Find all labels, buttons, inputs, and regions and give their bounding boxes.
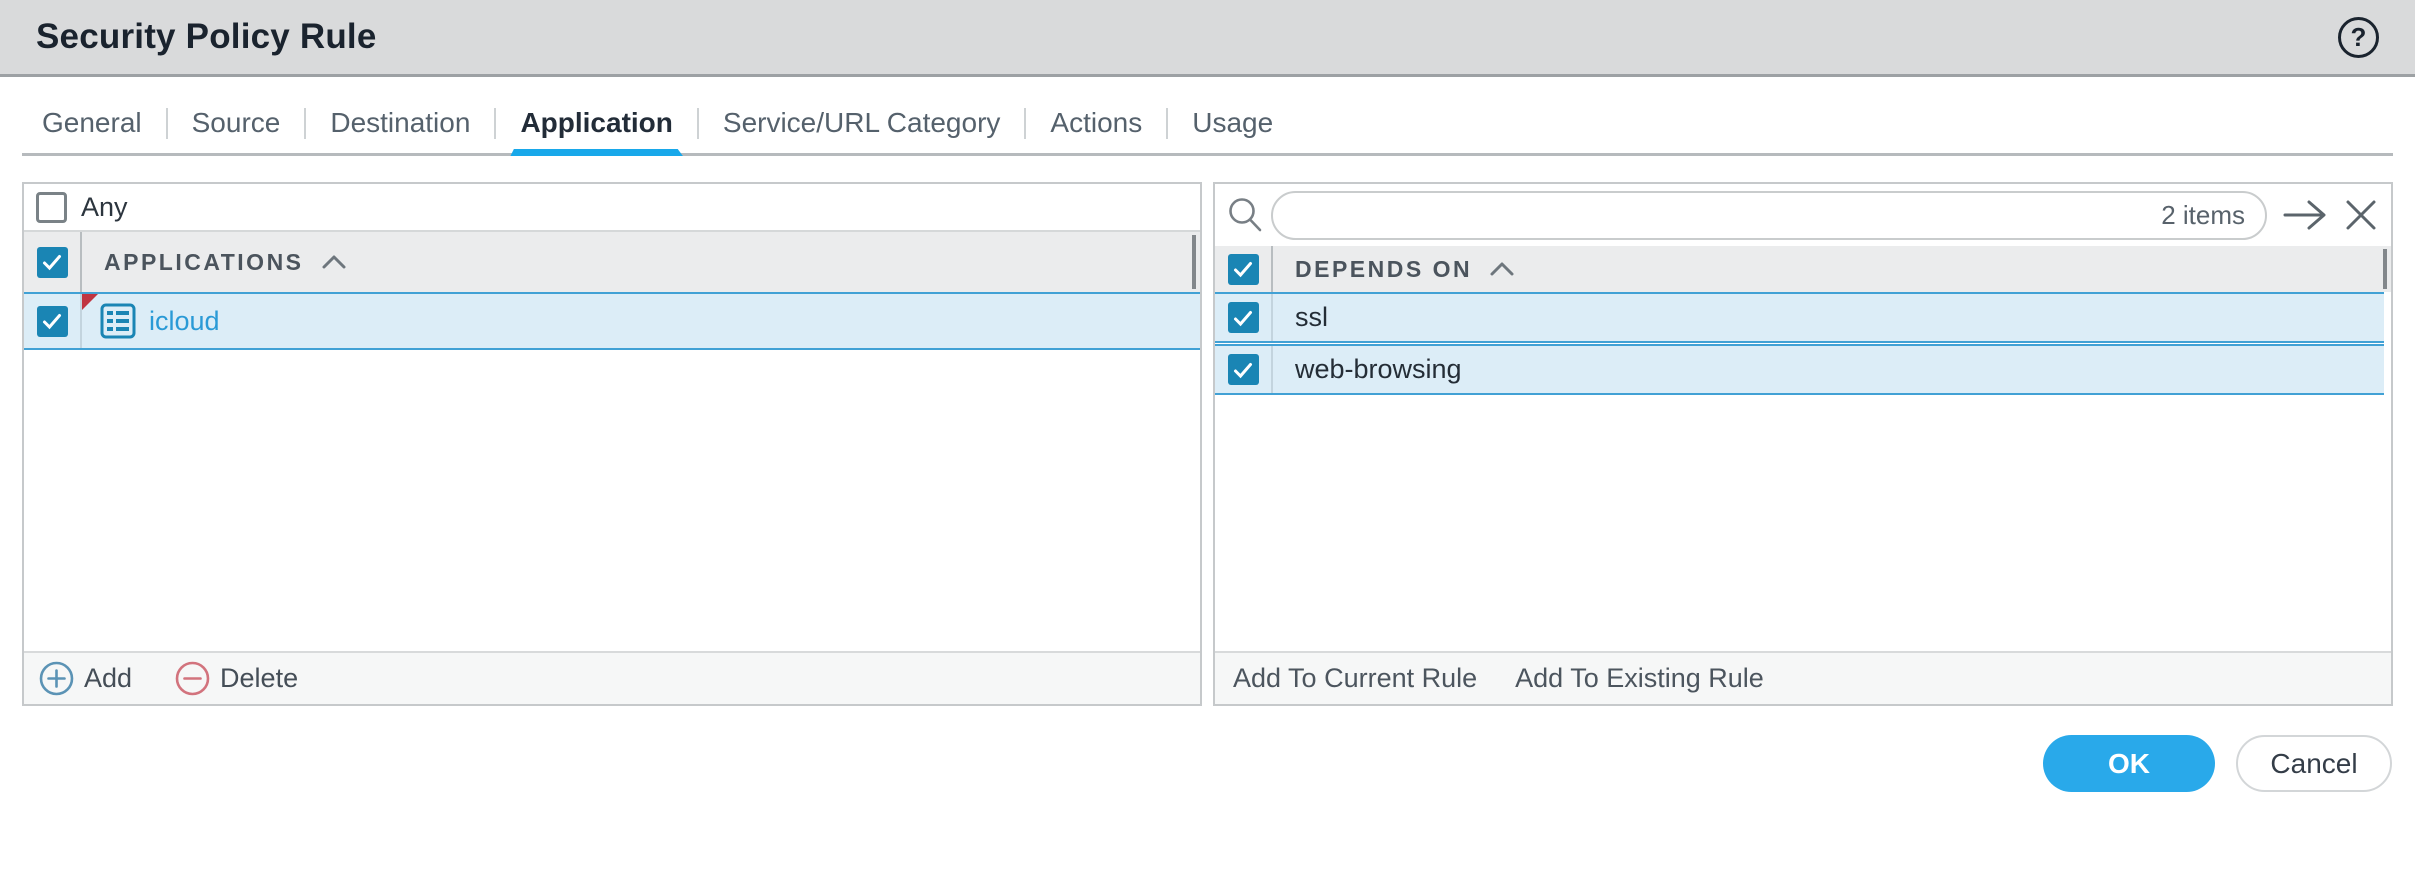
help-button[interactable]: ?: [2338, 17, 2379, 58]
tab-actions[interactable]: Actions: [1050, 107, 1142, 139]
tab-source[interactable]: Source: [192, 107, 281, 139]
check-icon: [1231, 306, 1255, 330]
check-icon: [1231, 358, 1255, 382]
delete-button[interactable]: Delete: [174, 660, 298, 697]
any-row: Any: [24, 184, 1200, 232]
depends-on-header-row: DEPENDS ON: [1215, 246, 2391, 292]
tab-separator: [697, 108, 699, 139]
check-icon: [40, 250, 64, 274]
tab-service-url-category[interactable]: Service/URL Category: [723, 107, 1001, 139]
tab-destination[interactable]: Destination: [330, 107, 470, 139]
application-row-icloud[interactable]: icloud: [24, 292, 1200, 350]
row-checkbox[interactable]: [37, 306, 68, 337]
add-button-label: Add: [84, 663, 132, 694]
applications-list: icloud: [24, 292, 1200, 651]
depends-name: ssl: [1295, 302, 1328, 333]
sort-ascending-icon[interactable]: [320, 253, 348, 271]
add-to-existing-rule-button[interactable]: Add To Existing Rule: [1515, 663, 1764, 694]
delete-button-label: Delete: [220, 663, 298, 694]
dialog-actions: OK Cancel: [0, 735, 2392, 792]
depends-on-list: ssl web-browsing: [1215, 292, 2391, 651]
select-all-depends-checkbox[interactable]: [1228, 254, 1259, 285]
search-row: 2 items: [1215, 184, 2391, 246]
ok-button[interactable]: OK: [2043, 735, 2215, 792]
application-tab-content: Any APPLICATIONS: [22, 182, 2393, 706]
row-checkbox[interactable]: [1228, 302, 1259, 333]
depends-on-panel: 2 items DEPENDS ON: [1213, 182, 2393, 706]
add-button[interactable]: Add: [38, 660, 132, 697]
plus-circle-icon: [38, 660, 75, 697]
any-checkbox[interactable]: [36, 192, 67, 223]
security-policy-rule-dialog: Security Policy Rule ? General Source De…: [0, 0, 2415, 896]
check-icon: [1231, 257, 1255, 281]
add-to-current-rule-button[interactable]: Add To Current Rule: [1233, 663, 1477, 694]
tab-usage[interactable]: Usage: [1192, 107, 1273, 139]
tab-separator: [1166, 108, 1168, 139]
applications-panel-footer: Add Delete: [24, 651, 1200, 704]
search-icon: [1225, 195, 1265, 235]
sort-ascending-icon[interactable]: [1488, 260, 1516, 278]
tab-general[interactable]: General: [42, 107, 142, 139]
clear-filter-x-icon[interactable]: [2343, 197, 2379, 233]
question-mark-icon: ?: [2351, 24, 2367, 50]
applications-header-row: APPLICATIONS: [24, 232, 1200, 292]
any-label: Any: [81, 192, 128, 223]
item-count-badge: 2 items: [2161, 200, 2245, 231]
row-checkbox[interactable]: [1228, 354, 1259, 385]
tab-bar: General Source Destination Application S…: [22, 77, 2393, 156]
search-field[interactable]: 2 items: [1271, 191, 2267, 240]
apply-filter-arrow-icon[interactable]: [2281, 198, 2329, 232]
tab-separator: [166, 108, 168, 139]
tab-application[interactable]: Application: [520, 107, 672, 139]
select-all-applications-checkbox[interactable]: [37, 247, 68, 278]
search-input[interactable]: [1295, 200, 2161, 231]
check-icon: [40, 309, 64, 333]
depends-row-web-browsing[interactable]: web-browsing: [1215, 344, 2384, 395]
applications-column-header[interactable]: APPLICATIONS: [104, 249, 304, 276]
tab-separator: [304, 108, 306, 139]
dialog-titlebar: Security Policy Rule ?: [0, 0, 2415, 77]
applications-panel: Any APPLICATIONS: [22, 182, 1202, 706]
depends-on-column-header[interactable]: DEPENDS ON: [1295, 256, 1472, 283]
application-link[interactable]: icloud: [149, 306, 220, 337]
cancel-button[interactable]: Cancel: [2236, 735, 2392, 792]
modified-indicator: [82, 294, 98, 310]
minus-circle-icon: [174, 660, 211, 697]
depends-row-ssl[interactable]: ssl: [1215, 292, 2384, 343]
dialog-title: Security Policy Rule: [36, 17, 377, 57]
depends-on-panel-footer: Add To Current Rule Add To Existing Rule: [1215, 651, 2391, 704]
depends-name: web-browsing: [1295, 354, 1462, 385]
tab-separator: [1024, 108, 1026, 139]
application-icon: [100, 303, 136, 339]
tab-separator: [494, 108, 496, 139]
